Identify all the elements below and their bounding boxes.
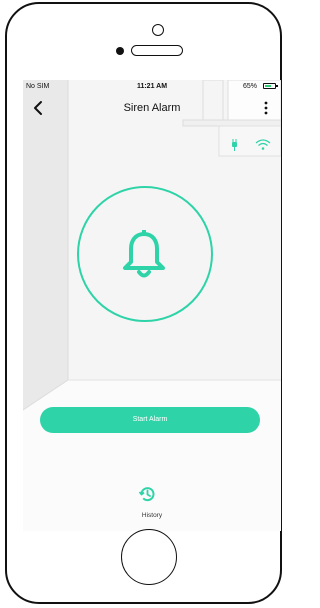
front-camera xyxy=(116,47,124,55)
bell-icon xyxy=(123,230,165,278)
front-sensor xyxy=(152,24,164,36)
home-button[interactable] xyxy=(121,529,177,585)
wifi-icon xyxy=(255,139,271,150)
start-alarm-button[interactable]: Start Alarm xyxy=(40,407,260,433)
status-bar: No SIM 11:21 AM 65% xyxy=(23,80,281,94)
battery-icon xyxy=(263,83,278,89)
history-label[interactable]: History xyxy=(23,512,281,519)
more-vertical-icon[interactable] xyxy=(261,100,271,116)
battery-percent: 65% xyxy=(242,83,257,90)
app-screen: No SIM 11:21 AM 65% Siren Alarm Start Al… xyxy=(23,80,281,531)
device-status xyxy=(232,139,271,151)
page-title: Siren Alarm xyxy=(123,102,181,114)
plug-icon xyxy=(232,139,237,151)
battery-level xyxy=(265,85,271,87)
history-icon[interactable] xyxy=(138,485,156,503)
earpiece-speaker xyxy=(131,45,183,56)
